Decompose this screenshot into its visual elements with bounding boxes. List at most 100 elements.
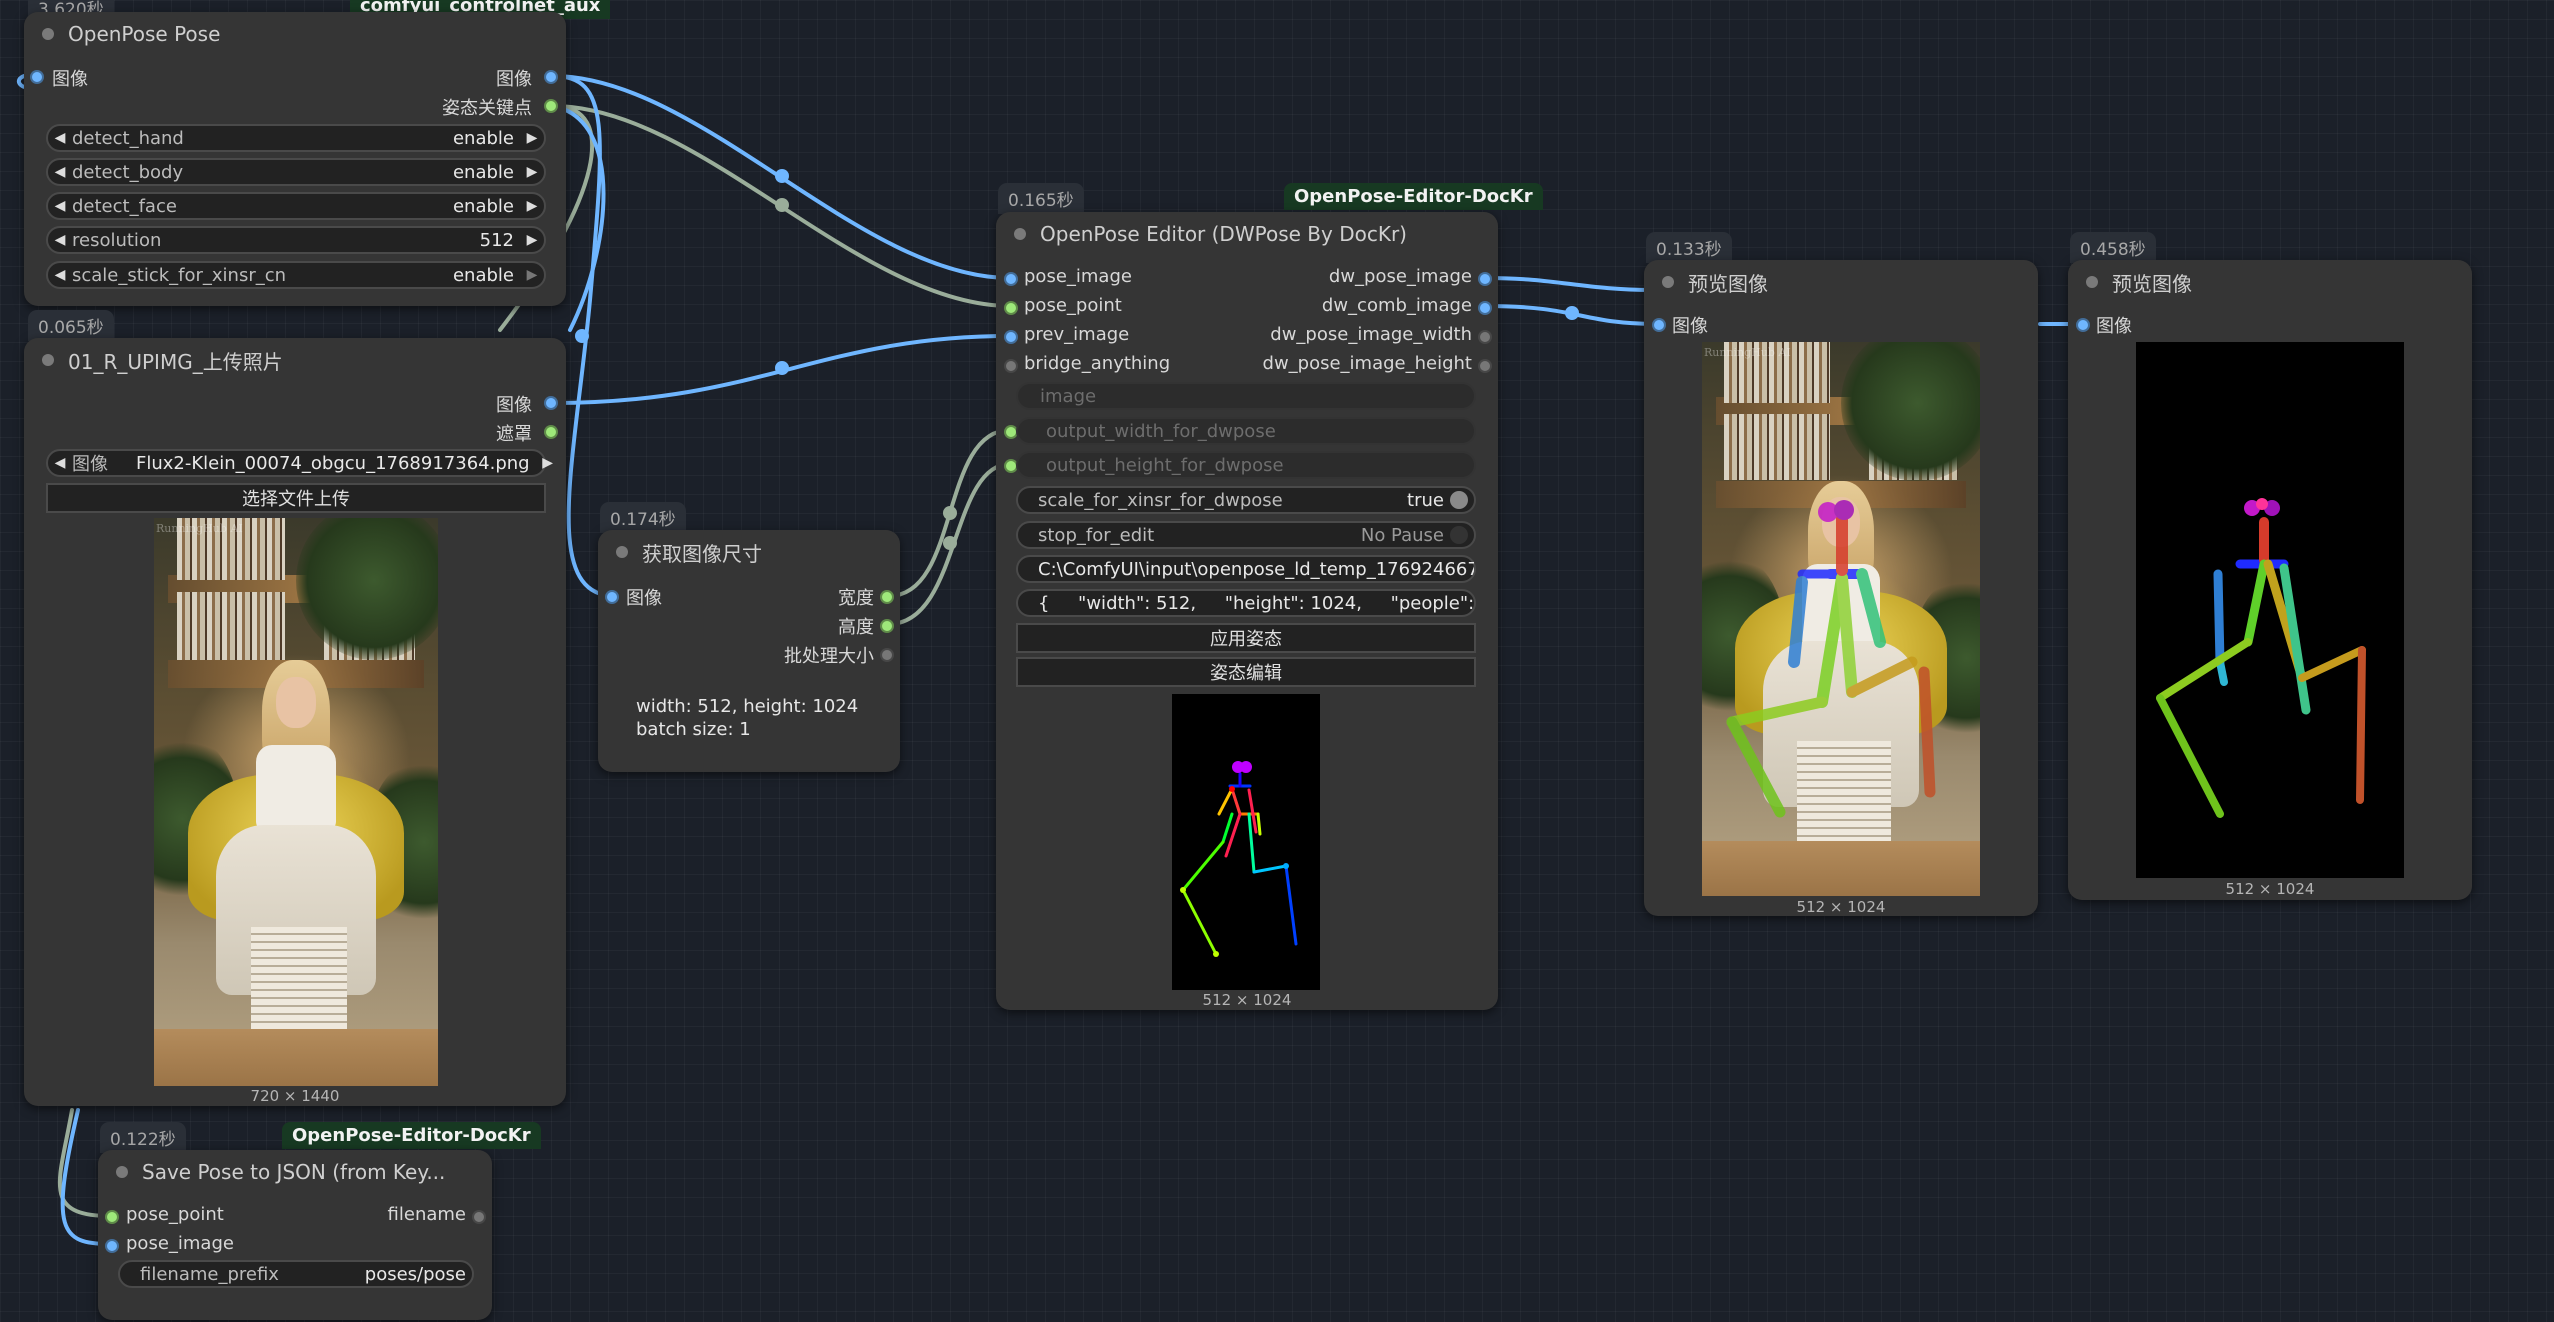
increment-arrow-icon[interactable]: ▶ [536,455,560,471]
execution-time-badge: 0.165秒 [998,183,1084,214]
decrement-arrow-icon[interactable]: ◀ [48,455,72,471]
input-prev-image-label: prev_image [1024,324,1130,345]
collapse-dot-icon[interactable] [42,354,54,366]
input-prev-image-socket[interactable] [1004,330,1018,344]
image-size-caption: 512 × 1024 [2225,880,2315,898]
output-image-socket[interactable] [544,396,558,410]
execution-time-badge: 0.174秒 [600,502,686,533]
widget-label: resolution [72,229,162,251]
openpose-editor-node[interactable]: OpenPose Editor (DWPose By DocKr) pose_i… [996,212,1498,1010]
detect-body-widget[interactable]: ◀ detect_body enable ▶ [46,158,546,186]
output-width-socket[interactable] [880,590,894,604]
node-title: 预览图像 [1688,271,1768,296]
output-width-label: 宽度 [838,588,874,609]
input-pose-point-socket[interactable] [105,1210,119,1224]
output-dw-pose-image-socket[interactable] [1478,272,1492,286]
widget-label: stop_for_edit [1038,524,1155,546]
input-image-socket[interactable] [30,70,44,84]
widget-value: C:\ComfyUI\input\openpose_ld_temp_176924… [1038,558,1474,580]
preview-image-node-2[interactable]: 预览图像 图像 512 × 1024 [2068,260,2472,900]
node-title-bar[interactable]: 预览图像 [1644,260,2038,304]
output-width-socket[interactable] [1478,330,1492,344]
collapse-dot-icon[interactable] [616,546,628,558]
widget-value: enable [452,127,514,149]
widget-label: filename_prefix [140,1263,279,1285]
pose-overlay [1726,500,1936,818]
decrement-arrow-icon[interactable]: ◀ [48,164,72,180]
increment-arrow-icon[interactable]: ▶ [520,164,544,180]
input-pose-point-socket[interactable] [1004,301,1018,315]
node-title-bar[interactable]: OpenPose Pose [24,12,566,56]
output-filename-label: filename [387,1204,466,1225]
node-title: 预览图像 [2112,271,2192,296]
get-image-size-node[interactable]: 获取图像尺寸 图像 宽度 高度 批处理大小 width: 512, height… [598,530,900,772]
scale-stick-widget[interactable]: ◀ scale_stick_for_xinsr_cn enable ▶ [46,261,546,289]
increment-arrow-icon[interactable]: ▶ [520,232,544,248]
widget-value: No Pause [1360,524,1444,546]
upload-file-button[interactable]: 选择文件上传 [46,483,546,513]
output-filename-socket[interactable] [472,1210,486,1224]
openpose-pose-node[interactable]: OpenPose Pose 图像 图像 姿态关键点 ◀ detect_hand … [24,12,566,306]
output-image-socket[interactable] [544,70,558,84]
input-bridge-socket[interactable] [1004,359,1018,373]
output-mask-socket[interactable] [544,425,558,439]
resolution-widget[interactable]: ◀ resolution 512 ▶ [46,226,546,254]
output-width-label: dw_pose_image_width [1270,324,1472,345]
input-pose-image-socket[interactable] [1004,272,1018,286]
output-height-socket[interactable] [1478,359,1492,373]
composited-pose-preview: RunningHub AI [1702,342,1980,896]
decrement-arrow-icon[interactable]: ◀ [48,232,72,248]
watermark: RunningHub AI [156,522,243,535]
toggle-off-icon[interactable] [1450,526,1468,544]
input-image-socket[interactable] [2076,318,2090,332]
apply-pose-button[interactable]: 应用姿态 [1016,623,1476,653]
increment-arrow-icon[interactable]: ▶ [520,267,544,283]
stop-for-edit-toggle[interactable]: stop_for_edit No Pause [1016,521,1476,549]
output-dw-comb-image-socket[interactable] [1478,301,1492,315]
json-text-field[interactable]: { "width": 512, "height": 1024, "people"… [1016,589,1476,617]
input-pose-image-label: pose_image [1024,266,1132,287]
widget-label: detect_hand [72,127,184,149]
collapse-dot-icon[interactable] [1014,228,1026,240]
input-pose-image-socket[interactable] [105,1239,119,1253]
output-height-socket[interactable] [880,619,894,633]
toggle-on-icon[interactable] [1450,491,1468,509]
decrement-arrow-icon[interactable]: ◀ [48,198,72,214]
output-dw-pose-image-label: dw_pose_image [1328,266,1472,287]
package-tag: OpenPose-Editor-DocKr [1284,183,1543,210]
node-title-bar[interactable]: Save Pose to JSON (from Key... [98,1150,492,1194]
node-title-bar[interactable]: OpenPose Editor (DWPose By DocKr) [996,212,1498,256]
widget-value: true [1407,489,1444,511]
wire-preview-1 [1484,276,1660,292]
path-text-field[interactable]: C:\ComfyUI\input\openpose_ld_temp_176924… [1016,555,1476,583]
filename-prefix-field[interactable]: filename_prefix poses/pose [118,1260,474,1288]
node-title-bar[interactable]: 预览图像 [2068,260,2472,304]
collapse-dot-icon[interactable] [116,1166,128,1178]
image-file-combo[interactable]: ◀ 图像 Flux2-Klein_00074_obgcu_1768917364.… [46,449,553,477]
image-widget-disabled: image [1016,382,1476,410]
increment-arrow-icon[interactable]: ▶ [520,198,544,214]
upload-image-node[interactable]: 01_R_UPIMG_上传照片 图像 遮罩 ◀ 图像 Flux2-Klein_0… [24,338,566,1106]
collapse-dot-icon[interactable] [2086,276,2098,288]
output-dw-comb-image-label: dw_comb_image [1321,295,1472,316]
node-title-bar[interactable]: 获取图像尺寸 [598,530,900,574]
output-keypoints-socket[interactable] [544,99,558,113]
detect-hand-widget[interactable]: ◀ detect_hand enable ▶ [46,124,546,152]
preview-image-node-1[interactable]: 预览图像 图像 RunningHub AI 512 × 1024 [1644,260,2038,916]
widget-label: image [1040,385,1097,407]
scale-toggle-widget[interactable]: scale_for_xinsr_for_dwpose true [1016,486,1476,514]
decrement-arrow-icon[interactable]: ◀ [48,130,72,146]
input-image-socket[interactable] [1652,318,1666,332]
increment-arrow-icon[interactable]: ▶ [520,130,544,146]
collapse-dot-icon[interactable] [1662,276,1674,288]
widget-value: enable [452,264,514,286]
detect-face-widget[interactable]: ◀ detect_face enable ▶ [46,192,546,220]
edit-pose-button[interactable]: 姿态编辑 [1016,657,1476,687]
collapse-dot-icon[interactable] [42,28,54,40]
output-height-label: 高度 [838,617,874,638]
node-title-bar[interactable]: 01_R_UPIMG_上传照片 [24,338,566,382]
save-pose-json-node[interactable]: Save Pose to JSON (from Key... pose_poin… [98,1150,492,1320]
input-image-socket[interactable] [605,590,619,604]
output-batch-socket[interactable] [880,648,894,662]
decrement-arrow-icon[interactable]: ◀ [48,267,72,283]
